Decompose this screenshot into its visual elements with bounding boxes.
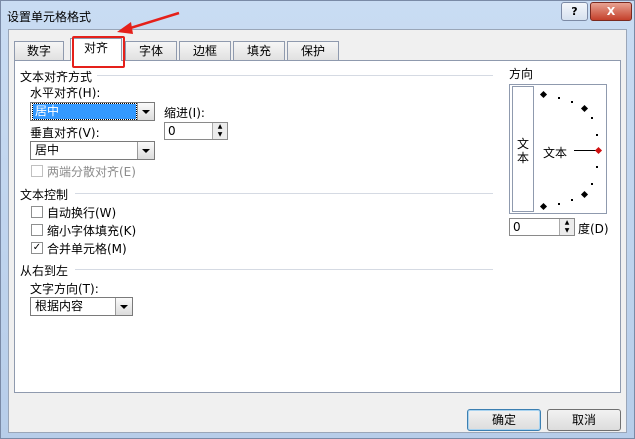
text-control-heading: 文本控制 xyxy=(20,188,69,202)
dial-marker xyxy=(539,202,548,211)
dial-dot xyxy=(571,199,573,201)
spin-up-icon[interactable]: ▲ xyxy=(212,123,227,131)
format-cells-dialog: 设置单元格格式 ? X 数字 对齐 字体 边框 填充 保护 文本对齐方式 水平对… xyxy=(0,0,635,439)
dial-marker xyxy=(580,104,589,113)
dial-dot xyxy=(591,117,593,119)
wrap-text-label: 自动换行(W) xyxy=(47,206,117,220)
indent-value: 0 xyxy=(168,124,176,138)
vertical-select[interactable]: 居中 xyxy=(30,141,155,160)
dial-text: 文本 xyxy=(543,146,568,160)
cancel-button[interactable]: 取消 xyxy=(547,409,621,431)
vertical-label: 垂直对齐(V): xyxy=(30,126,100,140)
degrees-value: 0 xyxy=(513,220,521,234)
vertical-text: 文本 xyxy=(517,137,530,165)
dial-dot xyxy=(596,134,598,136)
horizontal-label: 水平对齐(H): xyxy=(30,86,101,100)
degrees-stepper[interactable]: 0 ▲ ▼ xyxy=(509,218,575,236)
dial-dot xyxy=(558,203,560,205)
justify-distributed-checkbox[interactable] xyxy=(31,165,43,177)
indent-label: 缩进(I): xyxy=(164,106,205,120)
dial-marker xyxy=(580,190,589,199)
dial-marker xyxy=(539,90,548,99)
merge-cells-checkbox[interactable]: ✓ xyxy=(31,242,43,254)
vertical-text-button[interactable]: 文本 xyxy=(512,86,534,212)
check-icon: ✓ xyxy=(32,242,42,253)
text-alignment-heading: 文本对齐方式 xyxy=(20,70,93,84)
highlight-box xyxy=(72,36,125,68)
spin-down-icon[interactable]: ▼ xyxy=(212,131,227,139)
vertical-value: 居中 xyxy=(35,143,60,157)
horizontal-select[interactable]: 居中 xyxy=(30,102,155,121)
degrees-label: 度(D) xyxy=(578,222,609,236)
shrink-to-fit-checkbox[interactable] xyxy=(31,224,43,236)
chevron-down-icon[interactable] xyxy=(137,103,154,120)
divider xyxy=(75,269,493,270)
horizontal-value: 居中 xyxy=(32,103,137,120)
shrink-to-fit-label: 缩小字体填充(K) xyxy=(47,224,137,238)
merge-cells-label: 合并单元格(M) xyxy=(47,242,127,256)
text-direction-label: 文字方向(T): xyxy=(30,282,99,296)
orientation-heading: 方向 xyxy=(509,67,534,81)
chevron-down-icon[interactable] xyxy=(137,142,154,159)
orientation-dial[interactable]: 文本 xyxy=(538,86,606,212)
rtl-heading: 从右到左 xyxy=(20,264,69,278)
spin-up-icon[interactable]: ▲ xyxy=(559,219,574,227)
spin-down-icon[interactable]: ▼ xyxy=(559,227,574,235)
ok-button[interactable]: 确定 xyxy=(467,409,541,431)
dial-marker-active xyxy=(594,146,603,155)
dialog-body: 数字 对齐 字体 边框 填充 保护 文本对齐方式 水平对齐(H): 居中 缩进(… xyxy=(8,29,627,433)
divider xyxy=(75,193,493,194)
indent-stepper[interactable]: 0 ▲ ▼ xyxy=(164,122,228,140)
alignment-panel: 文本对齐方式 水平对齐(H): 居中 缩进(I): 0 ▲ ▼ 垂直对齐(V):… xyxy=(14,60,621,393)
text-direction-select[interactable]: 根据内容 xyxy=(30,297,133,316)
text-direction-value: 根据内容 xyxy=(35,299,84,313)
chevron-down-icon[interactable] xyxy=(115,298,132,315)
dial-dot xyxy=(596,166,598,168)
justify-distributed-label: 两端分散对齐(E) xyxy=(47,165,136,179)
dial-dot xyxy=(591,183,593,185)
wrap-text-checkbox[interactable] xyxy=(31,206,43,218)
divider xyxy=(97,75,493,76)
dial-dot xyxy=(558,97,560,99)
dial-dot xyxy=(571,101,573,103)
orientation-box: 文本 文本 xyxy=(509,84,607,214)
